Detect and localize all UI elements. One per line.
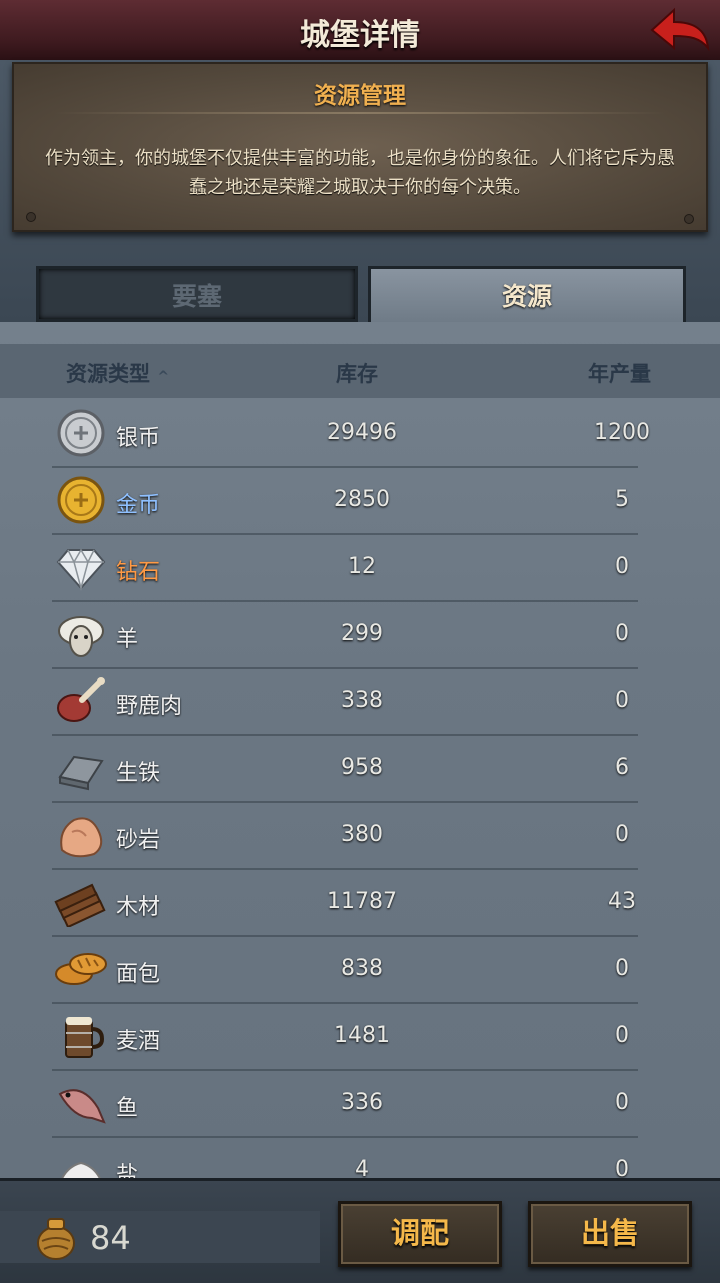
silver-coin-icon [54, 408, 108, 458]
resource-name: 木材 [116, 895, 161, 920]
resource-stock: 338 [341, 688, 383, 713]
footer-bar: 84 调配 出售 [0, 1178, 720, 1283]
resource-stock: 11787 [327, 889, 397, 914]
resource-production: 0 [615, 1157, 629, 1178]
column-production[interactable]: 年产量 [588, 358, 651, 388]
resource-row[interactable]: 银币 29496 1200 [52, 400, 650, 468]
sort-indicator-icon: ^ [157, 369, 170, 385]
resource-production: 0 [615, 956, 629, 981]
resource-counter: 84 [0, 1211, 320, 1263]
resource-row[interactable]: 生铁 958 6 [52, 735, 638, 803]
allocate-button[interactable]: 调配 [338, 1201, 502, 1267]
diamond-icon [54, 542, 108, 592]
resource-row[interactable]: 面包 838 0 [52, 936, 638, 1004]
resource-row[interactable]: 野鹿肉 338 0 [52, 668, 638, 736]
resource-stock: 336 [341, 1090, 383, 1115]
salt-icon [54, 1145, 108, 1178]
resource-production: 0 [615, 822, 629, 847]
page-title: 城堡详情 [300, 18, 420, 53]
info-title: 资源管理 [314, 83, 406, 109]
gold-coin-icon [54, 475, 108, 525]
sell-button[interactable]: 出售 [528, 1201, 692, 1267]
resource-name: 银币 [116, 426, 161, 451]
resource-name: 野鹿肉 [116, 694, 183, 719]
resource-stock: 1481 [334, 1023, 390, 1048]
resource-production: 0 [615, 1090, 629, 1115]
back-button[interactable] [648, 4, 712, 56]
resource-row[interactable]: 羊 299 0 [52, 601, 638, 669]
resource-name: 砂岩 [116, 828, 161, 853]
title-bar: 城堡详情 [0, 0, 720, 63]
resource-row[interactable]: 鱼 336 0 [52, 1070, 638, 1138]
resource-name: 面包 [116, 962, 161, 987]
rivet [26, 212, 36, 222]
resource-name: 麦酒 [116, 1029, 161, 1054]
column-header: 资源类型 ^ 库存 年产量 [0, 344, 720, 398]
sandstone-icon [54, 810, 108, 860]
resource-list[interactable]: 资源类型 ^ 库存 年产量 银币 29496 1200 金币 2850 5 钻石 12 0 羊 29… [0, 322, 720, 1178]
resource-stock: 2850 [334, 487, 390, 512]
resource-name: 钻石 [116, 560, 161, 585]
resource-name: 羊 [116, 627, 139, 652]
resource-stock: 299 [341, 621, 383, 646]
rivet [684, 214, 694, 224]
resource-name: 金币 [116, 493, 161, 518]
info-panel: 资源管理 作为领主，你的城堡不仅提供丰富的功能，也是你身份的象征。人们将它斥为愚… [12, 62, 708, 232]
resource-stock: 380 [341, 822, 383, 847]
tab-resources[interactable]: 资源 [368, 266, 686, 322]
sheep-icon [54, 609, 108, 659]
divider [54, 112, 666, 114]
resource-row[interactable]: 砂岩 380 0 [52, 802, 638, 870]
resource-production: 6 [615, 755, 629, 780]
resource-stock: 958 [341, 755, 383, 780]
bread-icon [54, 944, 108, 994]
back-arrow-icon [650, 7, 710, 52]
resource-row[interactable]: 盐 4 0 [52, 1137, 638, 1178]
column-type[interactable]: 资源类型 ^ [66, 358, 169, 388]
fish-icon [54, 1078, 108, 1128]
resource-name: 盐 [116, 1163, 139, 1178]
resource-stock: 12 [348, 554, 376, 579]
resource-production: 0 [615, 554, 629, 579]
resource-row[interactable]: 金币 2850 5 [52, 467, 638, 535]
resource-production: 0 [615, 688, 629, 713]
ale-icon [54, 1011, 108, 1061]
resource-production: 0 [615, 1023, 629, 1048]
info-description: 作为领主，你的城堡不仅提供丰富的功能，也是你身份的象征。人们将它斥为愚蠢之地还是… [45, 148, 675, 198]
counter-value: 84 [90, 1219, 131, 1257]
resource-row[interactable]: 钻石 12 0 [52, 534, 638, 602]
resource-production: 1200 [594, 420, 650, 445]
tab-fortress[interactable]: 要塞 [36, 266, 358, 322]
wood-icon [54, 877, 108, 929]
resource-row[interactable]: 木材 11787 43 [52, 869, 638, 937]
resource-stock: 838 [341, 956, 383, 981]
resource-production: 43 [608, 889, 636, 914]
resource-name: 生铁 [116, 761, 161, 786]
grain-sack-icon [37, 1218, 75, 1260]
resource-stock: 4 [355, 1157, 369, 1178]
resource-stock: 29496 [327, 420, 397, 445]
resource-row[interactable]: 麦酒 1481 0 [52, 1003, 638, 1071]
venison-icon [54, 676, 108, 726]
resource-production: 5 [615, 487, 629, 512]
resource-name: 鱼 [116, 1096, 139, 1121]
column-stock[interactable]: 库存 [336, 358, 378, 388]
iron-icon [54, 743, 108, 793]
resource-production: 0 [615, 621, 629, 646]
